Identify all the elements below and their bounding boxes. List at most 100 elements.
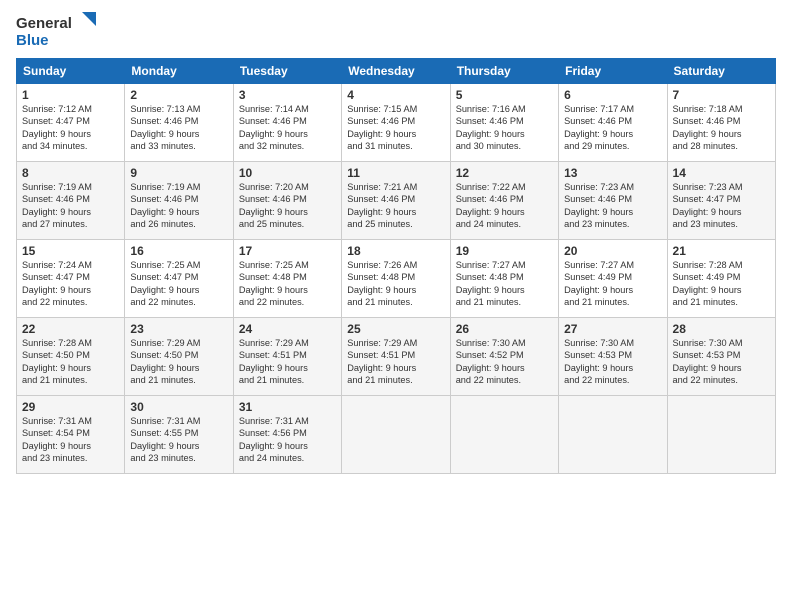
calendar-day-header: Sunday <box>17 59 125 84</box>
day-number: 25 <box>347 322 444 336</box>
day-info: Sunrise: 7:21 AMSunset: 4:46 PMDaylight:… <box>347 181 444 231</box>
calendar-day-cell: 31Sunrise: 7:31 AMSunset: 4:56 PMDayligh… <box>233 396 341 474</box>
calendar-week-row: 1Sunrise: 7:12 AMSunset: 4:47 PMDaylight… <box>17 84 776 162</box>
calendar-day-cell: 9Sunrise: 7:19 AMSunset: 4:46 PMDaylight… <box>125 162 233 240</box>
calendar-day-cell: 3Sunrise: 7:14 AMSunset: 4:46 PMDaylight… <box>233 84 341 162</box>
calendar-day-cell: 12Sunrise: 7:22 AMSunset: 4:46 PMDayligh… <box>450 162 558 240</box>
calendar-day-cell: 23Sunrise: 7:29 AMSunset: 4:50 PMDayligh… <box>125 318 233 396</box>
calendar-day-header: Monday <box>125 59 233 84</box>
day-info: Sunrise: 7:23 AMSunset: 4:46 PMDaylight:… <box>564 181 661 231</box>
day-number: 30 <box>130 400 227 414</box>
day-info: Sunrise: 7:25 AMSunset: 4:47 PMDaylight:… <box>130 259 227 309</box>
calendar-week-row: 29Sunrise: 7:31 AMSunset: 4:54 PMDayligh… <box>17 396 776 474</box>
day-number: 27 <box>564 322 661 336</box>
day-info: Sunrise: 7:19 AMSunset: 4:46 PMDaylight:… <box>22 181 119 231</box>
day-number: 29 <box>22 400 119 414</box>
page-container: General Blue SundayMondayTuesdayWednesda… <box>0 0 792 484</box>
calendar-day-cell: 26Sunrise: 7:30 AMSunset: 4:52 PMDayligh… <box>450 318 558 396</box>
calendar-week-row: 15Sunrise: 7:24 AMSunset: 4:47 PMDayligh… <box>17 240 776 318</box>
day-number: 5 <box>456 88 553 102</box>
day-number: 10 <box>239 166 336 180</box>
day-info: Sunrise: 7:14 AMSunset: 4:46 PMDaylight:… <box>239 103 336 153</box>
calendar-day-cell: 20Sunrise: 7:27 AMSunset: 4:49 PMDayligh… <box>559 240 667 318</box>
calendar-day-cell: 27Sunrise: 7:30 AMSunset: 4:53 PMDayligh… <box>559 318 667 396</box>
day-info: Sunrise: 7:18 AMSunset: 4:46 PMDaylight:… <box>673 103 770 153</box>
day-number: 11 <box>347 166 444 180</box>
day-info: Sunrise: 7:29 AMSunset: 4:51 PMDaylight:… <box>239 337 336 387</box>
calendar-day-cell <box>450 396 558 474</box>
calendar-week-row: 8Sunrise: 7:19 AMSunset: 4:46 PMDaylight… <box>17 162 776 240</box>
day-number: 2 <box>130 88 227 102</box>
day-number: 28 <box>673 322 770 336</box>
day-info: Sunrise: 7:20 AMSunset: 4:46 PMDaylight:… <box>239 181 336 231</box>
calendar-day-header: Friday <box>559 59 667 84</box>
calendar-day-header: Saturday <box>667 59 775 84</box>
calendar-day-cell: 2Sunrise: 7:13 AMSunset: 4:46 PMDaylight… <box>125 84 233 162</box>
calendar-week-row: 22Sunrise: 7:28 AMSunset: 4:50 PMDayligh… <box>17 318 776 396</box>
day-info: Sunrise: 7:30 AMSunset: 4:53 PMDaylight:… <box>564 337 661 387</box>
calendar-day-cell: 11Sunrise: 7:21 AMSunset: 4:46 PMDayligh… <box>342 162 450 240</box>
day-info: Sunrise: 7:16 AMSunset: 4:46 PMDaylight:… <box>456 103 553 153</box>
calendar-day-cell: 25Sunrise: 7:29 AMSunset: 4:51 PMDayligh… <box>342 318 450 396</box>
day-number: 20 <box>564 244 661 258</box>
day-info: Sunrise: 7:22 AMSunset: 4:46 PMDaylight:… <box>456 181 553 231</box>
day-info: Sunrise: 7:28 AMSunset: 4:50 PMDaylight:… <box>22 337 119 387</box>
calendar-day-header: Wednesday <box>342 59 450 84</box>
day-number: 19 <box>456 244 553 258</box>
svg-text:General: General <box>16 15 72 32</box>
calendar-day-cell <box>559 396 667 474</box>
day-number: 4 <box>347 88 444 102</box>
day-info: Sunrise: 7:27 AMSunset: 4:48 PMDaylight:… <box>456 259 553 309</box>
day-info: Sunrise: 7:28 AMSunset: 4:49 PMDaylight:… <box>673 259 770 309</box>
calendar-day-cell: 1Sunrise: 7:12 AMSunset: 4:47 PMDaylight… <box>17 84 125 162</box>
day-number: 9 <box>130 166 227 180</box>
logo-svg: General Blue <box>16 12 96 50</box>
day-info: Sunrise: 7:13 AMSunset: 4:46 PMDaylight:… <box>130 103 227 153</box>
day-info: Sunrise: 7:30 AMSunset: 4:53 PMDaylight:… <box>673 337 770 387</box>
calendar-day-cell: 21Sunrise: 7:28 AMSunset: 4:49 PMDayligh… <box>667 240 775 318</box>
day-info: Sunrise: 7:29 AMSunset: 4:50 PMDaylight:… <box>130 337 227 387</box>
calendar-day-cell: 8Sunrise: 7:19 AMSunset: 4:46 PMDaylight… <box>17 162 125 240</box>
day-number: 17 <box>239 244 336 258</box>
day-info: Sunrise: 7:17 AMSunset: 4:46 PMDaylight:… <box>564 103 661 153</box>
calendar-day-header: Tuesday <box>233 59 341 84</box>
day-number: 1 <box>22 88 119 102</box>
day-info: Sunrise: 7:29 AMSunset: 4:51 PMDaylight:… <box>347 337 444 387</box>
calendar-body: 1Sunrise: 7:12 AMSunset: 4:47 PMDaylight… <box>17 84 776 474</box>
calendar-day-header: Thursday <box>450 59 558 84</box>
day-info: Sunrise: 7:24 AMSunset: 4:47 PMDaylight:… <box>22 259 119 309</box>
calendar-day-cell: 22Sunrise: 7:28 AMSunset: 4:50 PMDayligh… <box>17 318 125 396</box>
calendar-day-cell: 14Sunrise: 7:23 AMSunset: 4:47 PMDayligh… <box>667 162 775 240</box>
day-number: 16 <box>130 244 227 258</box>
day-number: 12 <box>456 166 553 180</box>
day-info: Sunrise: 7:27 AMSunset: 4:49 PMDaylight:… <box>564 259 661 309</box>
day-number: 8 <box>22 166 119 180</box>
calendar-day-cell <box>667 396 775 474</box>
day-number: 7 <box>673 88 770 102</box>
calendar-day-cell: 10Sunrise: 7:20 AMSunset: 4:46 PMDayligh… <box>233 162 341 240</box>
calendar-day-cell: 4Sunrise: 7:15 AMSunset: 4:46 PMDaylight… <box>342 84 450 162</box>
day-number: 24 <box>239 322 336 336</box>
calendar-day-cell: 15Sunrise: 7:24 AMSunset: 4:47 PMDayligh… <box>17 240 125 318</box>
calendar-day-cell: 13Sunrise: 7:23 AMSunset: 4:46 PMDayligh… <box>559 162 667 240</box>
calendar-day-cell: 7Sunrise: 7:18 AMSunset: 4:46 PMDaylight… <box>667 84 775 162</box>
day-info: Sunrise: 7:31 AMSunset: 4:56 PMDaylight:… <box>239 415 336 465</box>
calendar-header-row: SundayMondayTuesdayWednesdayThursdayFrid… <box>17 59 776 84</box>
calendar-day-cell: 29Sunrise: 7:31 AMSunset: 4:54 PMDayligh… <box>17 396 125 474</box>
day-info: Sunrise: 7:31 AMSunset: 4:55 PMDaylight:… <box>130 415 227 465</box>
calendar-table: SundayMondayTuesdayWednesdayThursdayFrid… <box>16 58 776 474</box>
day-number: 6 <box>564 88 661 102</box>
day-number: 18 <box>347 244 444 258</box>
day-number: 14 <box>673 166 770 180</box>
calendar-day-cell <box>342 396 450 474</box>
calendar-day-cell: 6Sunrise: 7:17 AMSunset: 4:46 PMDaylight… <box>559 84 667 162</box>
day-info: Sunrise: 7:15 AMSunset: 4:46 PMDaylight:… <box>347 103 444 153</box>
calendar-day-cell: 16Sunrise: 7:25 AMSunset: 4:47 PMDayligh… <box>125 240 233 318</box>
day-number: 21 <box>673 244 770 258</box>
day-info: Sunrise: 7:26 AMSunset: 4:48 PMDaylight:… <box>347 259 444 309</box>
calendar-day-cell: 30Sunrise: 7:31 AMSunset: 4:55 PMDayligh… <box>125 396 233 474</box>
day-info: Sunrise: 7:12 AMSunset: 4:47 PMDaylight:… <box>22 103 119 153</box>
day-number: 13 <box>564 166 661 180</box>
day-info: Sunrise: 7:19 AMSunset: 4:46 PMDaylight:… <box>130 181 227 231</box>
day-info: Sunrise: 7:23 AMSunset: 4:47 PMDaylight:… <box>673 181 770 231</box>
